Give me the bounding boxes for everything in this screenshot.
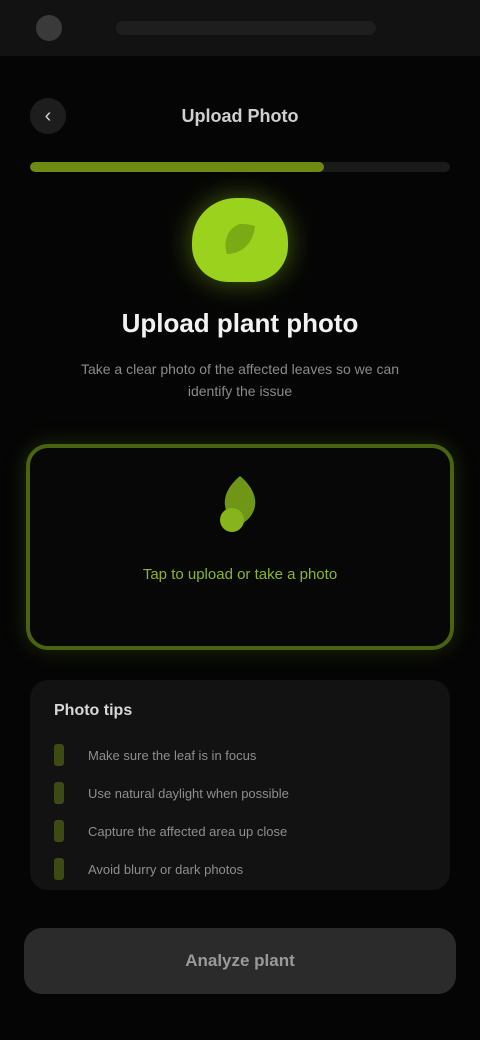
tip-text: Use natural daylight when possible (88, 785, 289, 801)
step-progress-fill (30, 162, 324, 172)
list-item: Make sure the leaf is in focus (54, 736, 434, 774)
tips-list: Make sure the leaf is in focus Use natur… (54, 736, 434, 888)
tip-bullet-icon (54, 820, 64, 842)
list-item: Avoid blurry or dark photos (54, 850, 434, 888)
hero-title: Upload plant photo (121, 308, 359, 338)
step-progress-bar (30, 162, 450, 172)
hero-subtitle: Take a clear photo of the affected leave… (80, 361, 400, 399)
photo-tips-card: Photo tips Make sure the leaf is in focu… (30, 680, 450, 890)
upload-leaf-icon (220, 476, 256, 532)
status-bar-placeholder (116, 21, 376, 35)
tip-text: Capture the affected area up close (88, 823, 288, 839)
app-logo-icon (36, 15, 62, 41)
analyze-button[interactable]: Analyze plant (24, 928, 456, 994)
page-title: Upload Photo (181, 106, 299, 126)
tip-text: Avoid blurry or dark photos (88, 861, 244, 877)
plant-leaf-icon (192, 198, 288, 282)
status-bar (0, 0, 480, 56)
upload-label: Tap to upload or take a photo (142, 566, 338, 583)
list-item: Use natural daylight when possible (54, 774, 434, 812)
top-navigation: ‹ Upload Photo (0, 72, 480, 172)
list-item: Capture the affected area up close (54, 812, 434, 850)
tip-bullet-icon (54, 744, 64, 766)
tips-title: Photo tips (54, 702, 133, 719)
tip-bullet-icon (54, 782, 64, 804)
tip-bullet-icon (54, 858, 64, 880)
photo-upload-dropzone[interactable]: Tap to upload or take a photo (26, 444, 454, 650)
tip-text: Make sure the leaf is in focus (88, 747, 257, 763)
